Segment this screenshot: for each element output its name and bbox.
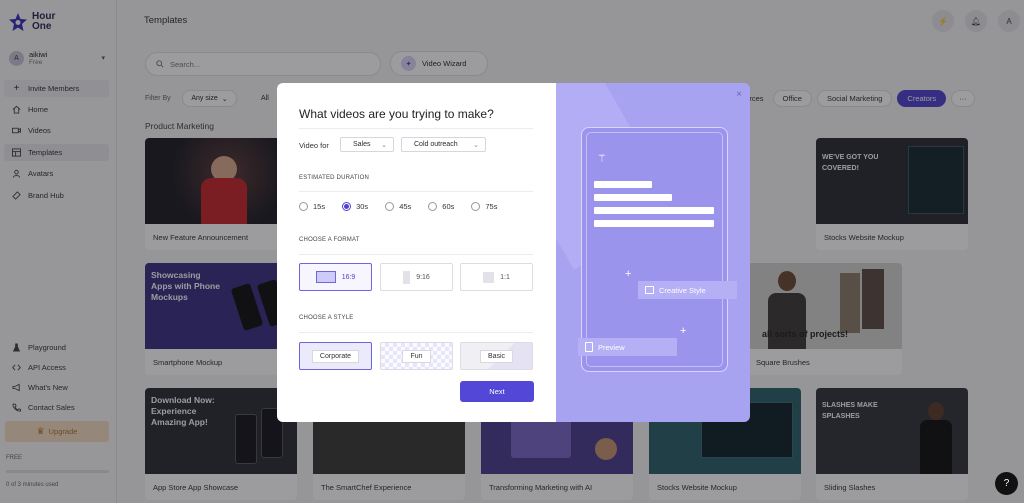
style-label: Corporate: [311, 349, 360, 363]
duration-option-75s[interactable]: 75s: [471, 202, 497, 211]
duration-option-60s[interactable]: 60s: [428, 202, 454, 211]
duration-option-15s[interactable]: 15s: [299, 202, 325, 211]
duration-options: 15s 30s 45s 60s 75s: [299, 202, 497, 211]
preview-text-line: [594, 181, 652, 188]
preview-panel: × ⚚ + + Creative Style Preview: [556, 83, 750, 422]
creative-style-tag: Creative Style: [638, 281, 737, 299]
format-label: 1:1: [500, 273, 510, 281]
modal-form: What videos are you trying to make? Vide…: [277, 83, 556, 422]
square-icon: [483, 271, 495, 283]
modal-title: What videos are you trying to make?: [299, 107, 494, 121]
format-label: 9:16: [416, 273, 430, 281]
duration-option-30s[interactable]: 30s: [342, 202, 368, 211]
duration-option-45s[interactable]: 45s: [385, 202, 411, 211]
format-option-1-1[interactable]: 1:1: [460, 263, 533, 291]
style-option-fun[interactable]: Fun: [380, 342, 453, 370]
duration-label: 75s: [485, 202, 498, 211]
format-heading: CHOOSE A FORMAT: [299, 237, 360, 243]
style-heading: CHOOSE A STYLE: [299, 315, 354, 321]
divider: [299, 128, 533, 129]
duration-label: 45s: [399, 202, 412, 211]
video-for-select[interactable]: Sales ⌄: [340, 137, 394, 152]
magic-wand-icon: ⚚: [597, 153, 607, 165]
format-label: 16:9: [341, 273, 356, 281]
preview-label: Preview: [598, 342, 625, 352]
video-type-value: Cold outreach: [414, 141, 458, 148]
divider: [299, 254, 533, 255]
duration-label: 15s: [313, 202, 326, 211]
format-option-9-16[interactable]: 9:16: [380, 263, 453, 291]
divider: [299, 191, 533, 192]
style-option-basic[interactable]: Basic: [460, 342, 533, 370]
style-option-corporate[interactable]: Corporate: [299, 342, 372, 370]
radio-button: [385, 202, 395, 211]
portrait-icon: [403, 270, 411, 284]
divider: [299, 332, 533, 333]
radio-button-selected: [342, 202, 352, 211]
help-button[interactable]: ?: [995, 472, 1018, 495]
video-for-label: Video for: [299, 141, 329, 150]
preview-tag: Preview: [578, 338, 677, 356]
format-option-16-9[interactable]: 16:9: [299, 263, 372, 291]
close-icon[interactable]: ×: [736, 89, 742, 100]
chevron-down-icon: ⌄: [473, 141, 479, 149]
sparkle-icon: +: [680, 325, 687, 337]
preview-text-line: [594, 207, 714, 214]
style-label: Basic: [479, 349, 514, 363]
creative-style-label: Creative Style: [659, 285, 706, 295]
duration-label: 30s: [356, 202, 369, 211]
duration-label: 60s: [442, 202, 455, 211]
style-label: Fun: [402, 349, 431, 363]
preview-text-line: [594, 220, 714, 227]
landscape-icon: [315, 271, 336, 283]
video-for-value: Sales: [353, 141, 371, 148]
video-wizard-modal: What videos are you trying to make? Vide…: [277, 83, 750, 422]
preview-text-line: [594, 194, 672, 201]
radio-button: [471, 202, 481, 211]
duration-heading: ESTIMATED DURATION: [299, 175, 370, 181]
document-icon: [585, 342, 593, 352]
next-button[interactable]: Next: [460, 381, 534, 402]
sparkle-icon: +: [625, 268, 632, 280]
radio-button: [299, 202, 308, 211]
radio-button: [428, 202, 438, 211]
image-icon: [645, 286, 654, 294]
chevron-down-icon: ⌄: [381, 141, 387, 149]
video-type-select[interactable]: Cold outreach ⌄: [401, 137, 486, 152]
